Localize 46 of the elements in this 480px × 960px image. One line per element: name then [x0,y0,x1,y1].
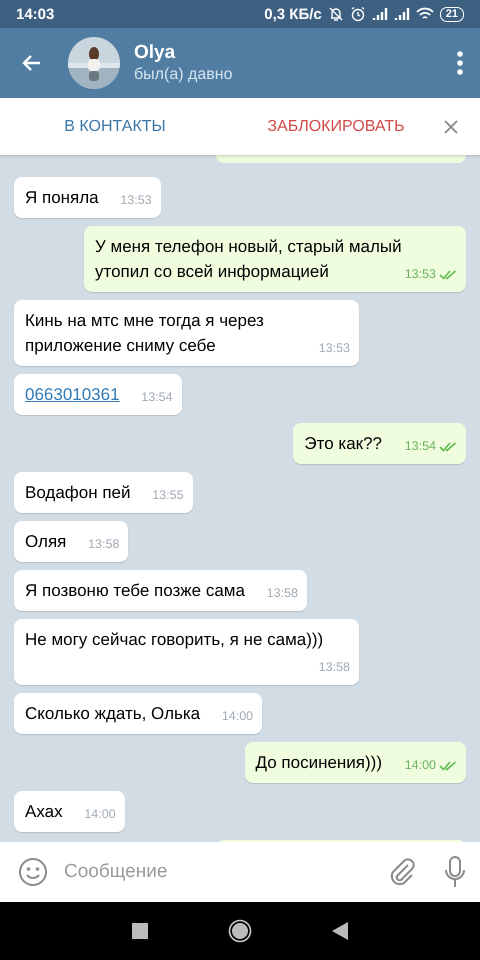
message-time: 14:00 [404,757,436,774]
last-seen-status: был(а) давно [134,66,232,84]
emoji-button[interactable] [18,857,48,887]
message-time: 13:53 [318,340,350,357]
message-text: Оляя [25,532,66,551]
battery-level: 21 [440,6,464,22]
network-speed: 0,3 КБ/с [264,6,322,22]
message-text: Не могу сейчас говорить, я не сама))) [25,630,324,649]
message-text: Я поняла [25,188,99,207]
message-time: 13:58 [88,536,120,553]
message-text: У меня телефон новый, старый малый утопил со всей информацией [95,237,402,281]
home-button[interactable] [228,919,252,943]
message-time: 13:58 [318,659,350,676]
double-check-icon [439,269,457,280]
message-time: 13:55 [152,487,184,504]
message-time: 13:54 [141,389,173,406]
message-text: Это как?? [304,434,382,453]
microphone-button[interactable] [444,856,466,888]
double-check-icon [439,441,457,452]
double-check-icon [439,760,457,771]
wifi-icon [416,7,434,21]
attach-button[interactable] [388,857,416,887]
clock: 14:03 [16,6,54,22]
block-button[interactable]: ЗАБЛОКИРОВАТЬ [267,112,405,142]
message-time: 14:00 [84,806,116,823]
message-text: До посинения))) [256,753,382,772]
message-time: 13:53 [404,266,436,283]
message-time: 14:00 [222,708,254,725]
signal-icon [372,7,388,21]
message-time: 13:53 [120,192,152,209]
add-contact-button[interactable]: В КОНТАКТЫ [64,112,166,142]
phone-link[interactable]: 0663010361 [25,385,120,404]
message-text: Сколько ждать, Олька [25,704,200,723]
message-time: 13:54 [404,438,436,455]
message-text: Водафон пей [25,483,131,502]
close-button[interactable] [444,120,458,134]
message-text: Ахах [25,802,63,821]
message-time: 13:58 [266,585,298,602]
message-text: Кинь на мтс мне тогда я через приложение сниму себе [25,311,264,355]
message-text: Я позвоню тебе позже сама [25,581,245,600]
signal-icon [394,7,410,21]
back-nav-button[interactable] [332,922,348,940]
alarm-icon [350,6,366,22]
bell-off-icon [328,6,344,22]
contact-name: Olya [134,42,176,64]
more-menu-button[interactable] [456,50,464,76]
